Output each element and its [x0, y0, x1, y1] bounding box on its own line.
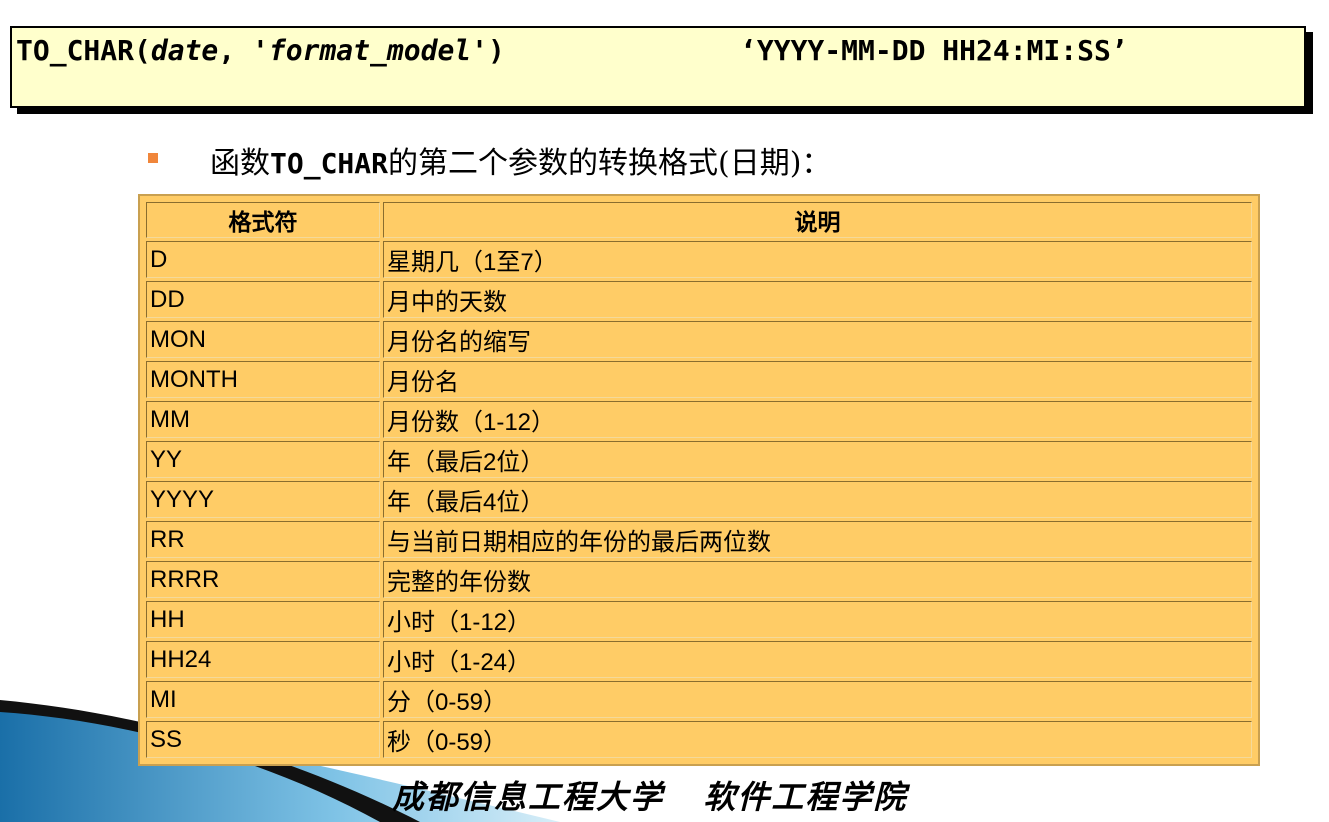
footer-institution: 成都信息工程大学 软件工程学院	[392, 778, 908, 816]
bullet-text: 函数TO_CHAR的第二个参数的转换格式(日期)：	[210, 146, 832, 181]
format-cell: RRRR	[146, 561, 380, 598]
format-cell: DD	[146, 281, 380, 318]
table-row: MI 分（0-59）	[146, 681, 1252, 718]
table-row: DD 月中的天数	[146, 281, 1252, 318]
format-cell: MI	[146, 681, 380, 718]
table-row: HH24 小时（1-24）	[146, 641, 1252, 678]
table-row: RR 与当前日期相应的年份的最后两位数	[146, 521, 1252, 558]
format-cell: YY	[146, 441, 380, 478]
format-cell: MONTH	[146, 361, 380, 398]
code-signature: TO_CHAR(date, 'format_model')	[16, 34, 505, 67]
header-format: 格式符	[146, 202, 380, 238]
format-cell: MON	[146, 321, 380, 358]
table-row: MONTH 月份名	[146, 361, 1252, 398]
table-row: SS 秒（0-59）	[146, 721, 1252, 758]
format-cell: MM	[146, 401, 380, 438]
description-cell: 星期几（1至7）	[383, 241, 1252, 278]
description-cell: 小时（1-12）	[383, 601, 1252, 638]
description-cell: 月中的天数	[383, 281, 1252, 318]
table-row: MON 月份名的缩写	[146, 321, 1252, 358]
format-cell: D	[146, 241, 380, 278]
description-cell: 小时（1-24）	[383, 641, 1252, 678]
description-cell: 年（最后4位）	[383, 481, 1252, 518]
table-row: YYYY 年（最后4位）	[146, 481, 1252, 518]
format-cell: SS	[146, 721, 380, 758]
description-cell: 秒（0-59）	[383, 721, 1252, 758]
format-cell: RR	[146, 521, 380, 558]
description-cell: 分（0-59）	[383, 681, 1252, 718]
table-row: YY 年（最后2位）	[146, 441, 1252, 478]
table-row: HH 小时（1-12）	[146, 601, 1252, 638]
table-header-row: 格式符 说明	[146, 202, 1252, 238]
table-row: RRRR 完整的年份数	[146, 561, 1252, 598]
description-cell: 完整的年份数	[383, 561, 1252, 598]
description-cell: 与当前日期相应的年份的最后两位数	[383, 521, 1252, 558]
description-cell: 年（最后2位）	[383, 441, 1252, 478]
description-cell: 月份数（1-12）	[383, 401, 1252, 438]
format-example: ‘YYYY-MM-DD HH24:MI:SS’	[740, 34, 1128, 67]
bullet-icon	[148, 153, 158, 163]
format-cell: HH	[146, 601, 380, 638]
format-cell: YYYY	[146, 481, 380, 518]
description-cell: 月份名	[383, 361, 1252, 398]
format-cell: HH24	[146, 641, 380, 678]
table-row: MM 月份数（1-12）	[146, 401, 1252, 438]
table-row: D 星期几（1至7）	[146, 241, 1252, 278]
header-description: 说明	[383, 202, 1252, 238]
format-table: 格式符 说明 D 星期几（1至7） DD 月中的天数 MON 月份名的缩写 MONTH…	[138, 194, 1260, 766]
description-cell: 月份名的缩写	[383, 321, 1252, 358]
